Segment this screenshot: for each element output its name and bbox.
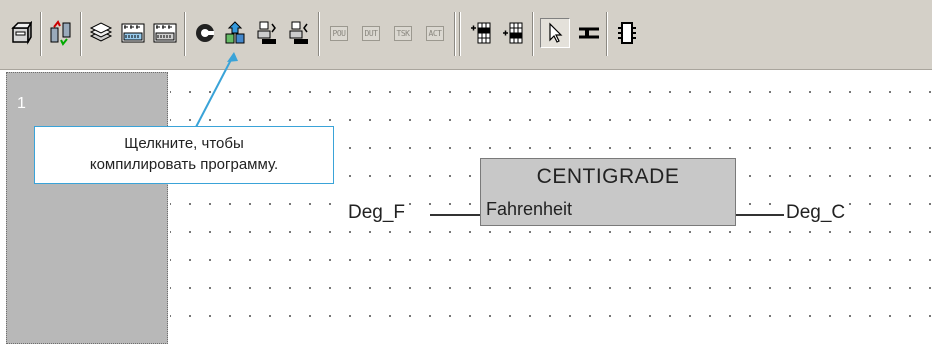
act-button[interactable]: ACT [420,18,450,48]
project-icon[interactable] [6,18,36,48]
callout-line-2: компилировать программу. [89,156,279,173]
convert-all-icon[interactable] [86,18,116,48]
monitor-icon[interactable] [220,18,250,48]
output-variable[interactable]: Deg_C [784,202,848,224]
write-plc-icon[interactable] [252,18,282,48]
act-label: ACT [425,25,445,41]
tsk-button[interactable]: TSK [388,18,418,48]
function-block-input-pin: Fahrenheit [486,199,573,219]
insert-rung-icon[interactable] [466,18,496,48]
callout-line-1: Щелкните, чтобы [124,135,244,152]
dut-button[interactable]: DUT [356,18,386,48]
rung-number: 1 [17,95,26,112]
input-variable[interactable]: Deg_F [346,202,408,224]
transfer-icon[interactable] [46,18,76,48]
rung-number-panel[interactable]: 1 [6,72,168,344]
ladder-canvas[interactable]: Deg_F CENTIGRADE Fahrenheit Deg_C [170,72,932,342]
toolbar: POU DUT TSK ACT [0,0,932,70]
read-plc-icon[interactable] [284,18,314,48]
function-block-icon[interactable] [612,18,642,48]
contact-icon[interactable] [574,18,604,48]
output-wire [736,214,786,216]
tsk-label: TSK [393,25,413,41]
dut-label: DUT [361,25,381,41]
function-block-title: CENTIGRADE [536,165,680,188]
compile-callout: Щелкните, чтобы компилировать программу. [34,126,334,184]
append-rung-icon[interactable] [498,18,528,48]
pou-label: POU [329,25,349,41]
select-mode-icon[interactable] [540,18,570,48]
online-icon[interactable] [190,18,220,48]
function-block[interactable]: CENTIGRADE Fahrenheit [480,158,736,226]
compile-icon[interactable] [118,18,148,48]
pou-button[interactable]: POU [324,18,354,48]
input-wire [430,214,480,216]
compile-program-icon[interactable] [150,18,180,48]
